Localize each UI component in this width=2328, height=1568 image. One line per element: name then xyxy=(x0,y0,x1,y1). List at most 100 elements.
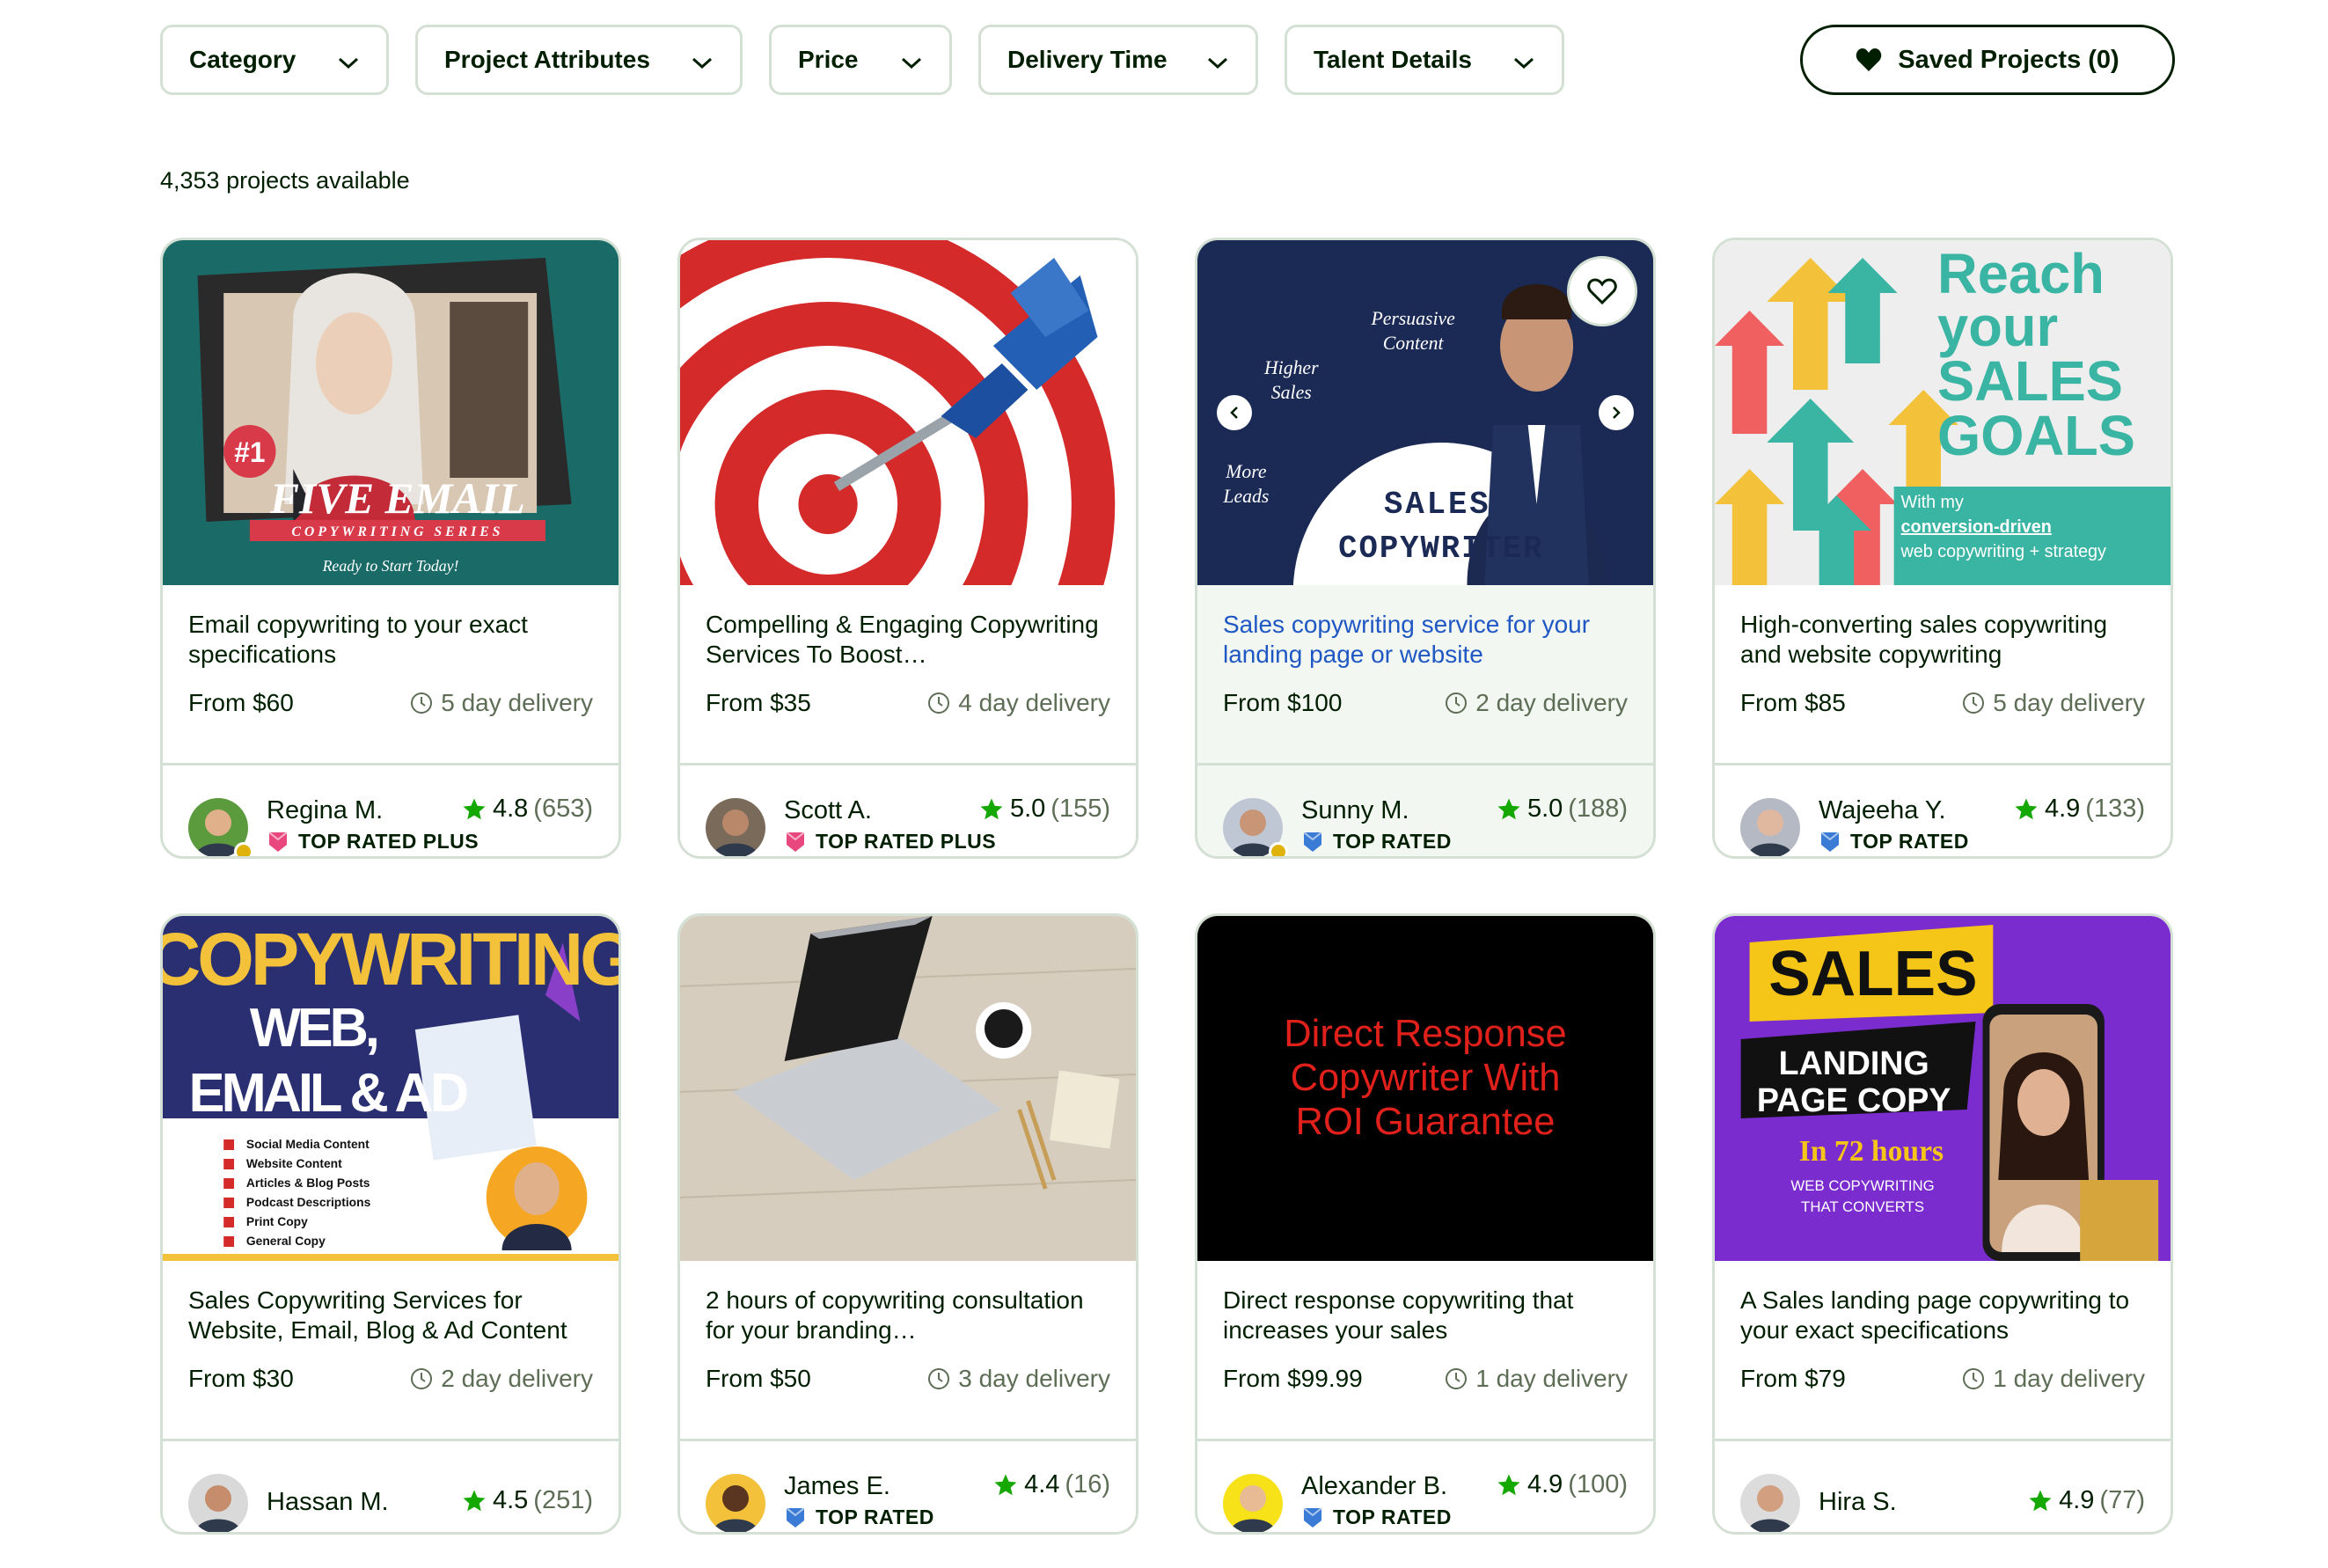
avatar[interactable] xyxy=(706,798,765,856)
project-card[interactable]: Reach your SALES GOALS With my conversio… xyxy=(1712,238,2173,859)
clock-icon xyxy=(1963,1368,1985,1389)
saved-projects-label: Saved Projects (0) xyxy=(1898,45,2119,74)
thumb-text: In 72 hours xyxy=(1799,1135,1944,1168)
divider xyxy=(1715,763,2171,766)
next-image-button[interactable] xyxy=(1599,395,1634,430)
project-title[interactable]: Compelling & Engaging Copywriting Servic… xyxy=(706,610,1110,670)
delivery-label: 1 day delivery xyxy=(1993,1365,2145,1392)
project-thumbnail[interactable]: SALES LANDING PAGE COPY In 72 hours WEB … xyxy=(1715,916,2171,1261)
filter-delivery-time[interactable]: Delivery Time xyxy=(978,25,1258,95)
project-card[interactable]: Persuasive Content Higher Sales More Lea… xyxy=(1195,238,1656,859)
top-rated-icon xyxy=(1820,831,1840,852)
seller-name[interactable]: James E. xyxy=(784,1472,890,1501)
thumb-text: WEB, xyxy=(250,998,377,1059)
project-title[interactable]: Email copywriting to your exact specific… xyxy=(188,610,593,670)
project-thumbnail[interactable] xyxy=(680,240,1136,585)
avatar[interactable] xyxy=(188,1474,248,1532)
badge-label: TOP RATED xyxy=(1333,1506,1452,1528)
project-card[interactable]: Compelling & Engaging Copywriting Servic… xyxy=(677,238,1138,859)
project-price: From $85 xyxy=(1740,689,1846,716)
seller-name[interactable]: Hira S. xyxy=(1819,1488,1897,1517)
project-title[interactable]: 2 hours of copywriting consultation for … xyxy=(706,1286,1110,1345)
avatar[interactable] xyxy=(1740,798,1800,856)
delivery-time: 1 day delivery xyxy=(1961,1365,2145,1393)
thumb-text: PAGE COPY xyxy=(1757,1082,1951,1119)
previous-image-button[interactable] xyxy=(1217,395,1252,430)
filter-category[interactable]: Category xyxy=(160,25,389,95)
thumb-text: GOALS xyxy=(1937,405,2135,467)
project-card[interactable]: 2 hours of copywriting consultation for … xyxy=(677,913,1138,1535)
project-card[interactable]: Direct Response Copywriter With ROI Guar… xyxy=(1195,913,1656,1535)
clock-icon xyxy=(1446,1368,1468,1389)
avatar[interactable] xyxy=(706,1474,765,1532)
thumb-text: SALES xyxy=(1384,487,1491,523)
delivery-label: 5 day delivery xyxy=(441,689,593,716)
project-thumbnail[interactable]: #1 FIVE EMAIL COPYWRITING SERIES Ready t… xyxy=(163,240,619,585)
seller-name[interactable]: Scott A. xyxy=(784,796,872,825)
thumb-text: Content xyxy=(1383,333,1445,354)
top-rated-icon xyxy=(1303,831,1322,852)
saved-projects-button[interactable]: Saved Projects (0) xyxy=(1800,25,2175,95)
thumb-text: Print Copy xyxy=(246,1214,308,1228)
badge-label: TOP RATED PLUS xyxy=(816,830,997,853)
delivery-time: 3 day delivery xyxy=(926,1365,1110,1393)
chevron-right-icon xyxy=(1613,407,1621,419)
seller-name[interactable]: Sunny M. xyxy=(1301,796,1409,825)
seller-name[interactable]: Alexander B. xyxy=(1301,1472,1447,1501)
project-price: From $60 xyxy=(188,689,294,716)
avatar[interactable] xyxy=(1740,1474,1800,1532)
thumb-text: Persuasive xyxy=(1370,308,1455,329)
badge-label: TOP RATED xyxy=(1333,830,1452,853)
project-title[interactable]: Sales copywriting service for your landi… xyxy=(1223,610,1628,670)
clock-icon xyxy=(411,1368,433,1389)
star-icon xyxy=(994,1474,1017,1495)
project-card[interactable]: #1 FIVE EMAIL COPYWRITING SERIES Ready t… xyxy=(160,238,621,859)
star-icon xyxy=(980,798,1003,819)
project-thumbnail[interactable]: Reach your SALES GOALS With my conversio… xyxy=(1715,240,2171,585)
status-badge: TOP RATED xyxy=(1301,830,1452,854)
project-title[interactable]: Sales Copywriting Services for Website, … xyxy=(188,1286,593,1345)
thumb-text: Social Media Content xyxy=(246,1137,370,1151)
avatar[interactable] xyxy=(1223,1474,1283,1532)
project-thumbnail[interactable]: COPYWRITING WEB, EMAIL & AD Social Media… xyxy=(163,916,619,1261)
thumb-text: FIVE EMAIL xyxy=(269,474,525,523)
project-thumbnail[interactable]: Direct Response Copywriter With ROI Guar… xyxy=(1197,916,1653,1261)
thumb-text: More xyxy=(1225,461,1267,482)
project-price: From $50 xyxy=(706,1365,811,1392)
rating-value: 4.8 xyxy=(492,795,529,823)
project-thumbnail[interactable] xyxy=(680,916,1136,1261)
save-project-button[interactable] xyxy=(1567,256,1637,326)
thumb-text: conversion-driven xyxy=(1901,517,2052,537)
project-title[interactable]: Direct response copywriting that increas… xyxy=(1223,1286,1628,1345)
delivery-time: 4 day delivery xyxy=(926,689,1110,717)
project-card[interactable]: COPYWRITING WEB, EMAIL & AD Social Media… xyxy=(160,913,621,1535)
seller-rating: 4.9 (77) xyxy=(2027,1486,2145,1515)
filter-price[interactable]: Price xyxy=(769,25,952,95)
filter-project-attributes[interactable]: Project Attributes xyxy=(415,25,743,95)
divider xyxy=(1197,1439,1653,1441)
project-title[interactable]: High-converting sales copywriting and we… xyxy=(1740,610,2145,670)
thumb-text: EMAIL & AD xyxy=(189,1063,467,1124)
status-indicator xyxy=(234,842,253,856)
top-rated-plus-icon xyxy=(786,831,805,852)
top-rated-plus-icon xyxy=(268,831,288,852)
star-icon xyxy=(463,1490,486,1511)
filter-talent-details[interactable]: Talent Details xyxy=(1285,25,1564,95)
divider xyxy=(1197,763,1653,766)
star-icon xyxy=(1497,1474,1520,1495)
seller-rating: 4.9 (133) xyxy=(2013,795,2145,824)
seller-name[interactable]: Hassan M. xyxy=(267,1488,389,1517)
seller-name[interactable]: Regina M. xyxy=(267,796,383,825)
project-title[interactable]: A Sales landing page copywriting to your… xyxy=(1740,1286,2145,1345)
delivery-label: 4 day delivery xyxy=(958,689,1110,716)
filter-talent-details-label: Talent Details xyxy=(1314,46,1472,73)
review-count: (16) xyxy=(1065,1470,1110,1498)
thumb-text: your xyxy=(1937,296,2058,358)
project-price: From $79 xyxy=(1740,1365,1846,1392)
rating-value: 4.5 xyxy=(492,1486,529,1514)
project-card[interactable]: SALES LANDING PAGE COPY In 72 hours WEB … xyxy=(1712,913,2173,1535)
thumb-text: Ready to Start Today! xyxy=(322,557,459,575)
seller-name[interactable]: Wajeeha Y. xyxy=(1819,796,1946,825)
chevron-down-icon xyxy=(1513,57,1534,70)
seller-rating: 4.9 (100) xyxy=(1496,1470,1628,1499)
